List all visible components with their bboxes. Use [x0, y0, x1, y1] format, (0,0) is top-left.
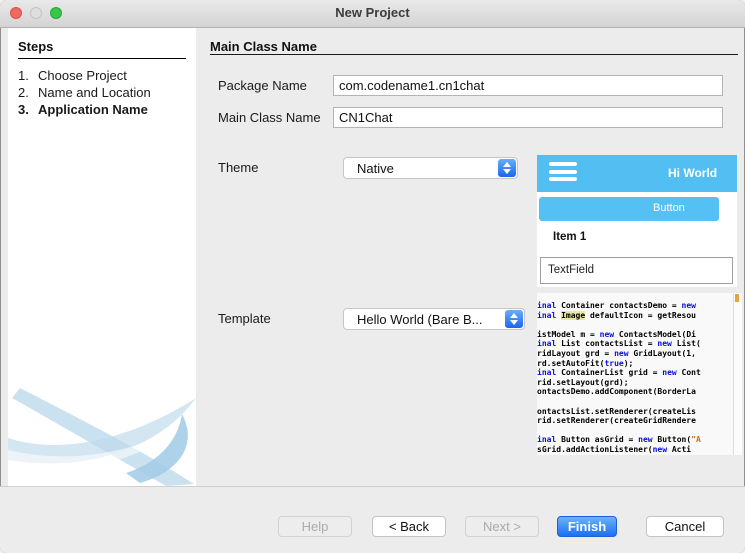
template-select[interactable]: Hello World (Bare B...: [343, 308, 525, 330]
template-select-value: Hello World (Bare B...: [357, 312, 483, 327]
cancel-button[interactable]: Cancel: [646, 516, 724, 537]
code-error-stripe-mark: [735, 294, 739, 302]
steps-sidebar: Steps 1. Choose Project 2. Name and Loca…: [8, 28, 196, 486]
preview-textfield: TextField: [540, 257, 733, 284]
panel-title: Main Class Name: [210, 39, 317, 54]
step-label: Name and Location: [38, 85, 151, 100]
finish-button[interactable]: Finish: [557, 516, 617, 537]
step-choose-project: 1. Choose Project: [18, 68, 127, 83]
step-label: Application Name: [38, 102, 148, 117]
main-class-name-input[interactable]: [333, 107, 723, 128]
new-project-dialog: New Project Steps 1. Choose Project 2. N…: [0, 0, 745, 553]
package-name-input[interactable]: [333, 75, 723, 96]
preview-textfield-value: TextField: [548, 264, 595, 276]
dialog-footer: Help < Back Next > Finish Cancel: [0, 486, 745, 553]
step-name-and-location: 2. Name and Location: [18, 85, 151, 100]
code-preview-lines: inal Container contactsDemo = new inal Im…: [537, 301, 701, 454]
template-code-preview: inal Container contactsDemo = new inal Im…: [537, 293, 733, 455]
step-label: Choose Project: [38, 68, 127, 83]
window-title: New Project: [335, 5, 410, 20]
next-button[interactable]: Next >: [465, 516, 539, 537]
hamburger-menu-icon: [549, 162, 577, 184]
main-class-name-label: Main Class Name: [218, 110, 321, 125]
steps-list: 1. Choose Project 2. Name and Location 3…: [18, 67, 192, 118]
steps-heading: Steps: [18, 39, 186, 59]
step-application-name: 3. Application Name: [18, 102, 148, 117]
package-name-label: Package Name: [218, 78, 307, 93]
preview-button: Button: [539, 197, 719, 221]
template-label: Template: [218, 311, 271, 326]
panel-title-rule: [210, 54, 738, 55]
preview-list-item: Item 1: [553, 231, 587, 243]
preview-title-text: Hi World: [668, 166, 718, 180]
code-preview-scrollbar[interactable]: [733, 293, 742, 455]
theme-label: Theme: [218, 160, 259, 175]
theme-select[interactable]: Native: [343, 157, 518, 179]
theme-select-value: Native: [357, 161, 394, 176]
chevron-up-down-icon: [498, 159, 516, 177]
wizard-watermark-graphic: [8, 388, 196, 486]
theme-preview-titlebar: Hi World: [537, 155, 737, 192]
theme-preview-body: Button Item 1 TextField: [537, 192, 737, 287]
back-button[interactable]: < Back: [372, 516, 446, 537]
chevron-up-down-icon: [505, 310, 523, 328]
preview-button-label: Button: [653, 202, 685, 214]
titlebar[interactable]: New Project: [0, 0, 745, 28]
help-button[interactable]: Help: [278, 516, 352, 537]
